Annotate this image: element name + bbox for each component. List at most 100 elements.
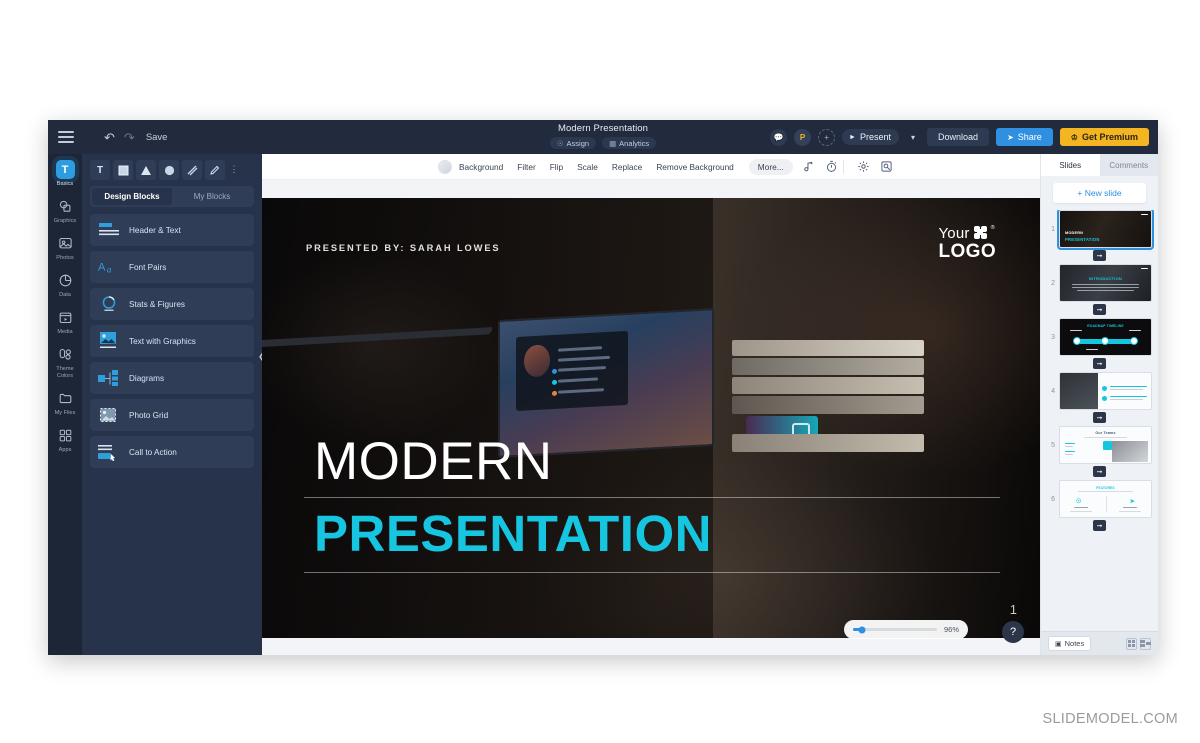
help-button[interactable]: ?	[1002, 621, 1024, 643]
block-label: Header & Text	[129, 225, 181, 235]
transition-arrow-icon[interactable]: ➞	[1093, 412, 1106, 423]
top-bar-actions: 💬 P + ► Present ▾ Download ➤ Share ♔ Get…	[770, 128, 1158, 146]
redo-arrow-icon[interactable]: ↷	[124, 131, 135, 144]
tab-design-blocks[interactable]: Design Blocks	[92, 188, 172, 205]
thumbnail-row[interactable]: 2 INTRODUCTION	[1047, 264, 1152, 302]
block-call-to-action[interactable]: Call to Action	[90, 436, 254, 468]
slide-canvas[interactable]: PRESENTED BY: SARAH LOWES Your ® LOGO MO…	[262, 197, 1040, 638]
tab-slides[interactable]: Slides	[1041, 154, 1100, 176]
pen-tool-button[interactable]	[205, 160, 225, 180]
toolbar-scale[interactable]: Scale	[570, 162, 605, 172]
transition-arrow-icon[interactable]: ➞	[1093, 466, 1106, 477]
block-photo-grid[interactable]: Photo Grid	[90, 399, 254, 431]
toolbar-background[interactable]: Background	[452, 162, 510, 172]
sidebar-item-photos[interactable]: Photos	[48, 234, 82, 262]
undo-arrow-icon[interactable]: ↶	[104, 131, 115, 144]
thumbnail-number: 3	[1051, 333, 1055, 341]
text-graphics-icon	[98, 331, 120, 351]
music-add-icon[interactable]	[801, 159, 816, 174]
logo-registered-mark: ®	[990, 224, 995, 231]
assign-button[interactable]: ☉ Assign	[549, 137, 597, 149]
text-tool-icon: T	[55, 160, 75, 179]
circle-tool-button[interactable]	[159, 160, 179, 180]
crop-scan-icon[interactable]	[879, 159, 894, 174]
thumbnail-row[interactable]: 4	[1047, 372, 1152, 410]
chevron-down-icon[interactable]: ▾	[906, 133, 920, 142]
sidebar-item-basics[interactable]: T Basics	[48, 160, 82, 188]
triangle-tool-button[interactable]	[136, 160, 156, 180]
thumbnail-row[interactable]: 6 FEATURES ☉ ➤	[1047, 480, 1152, 518]
square-tool-button[interactable]	[113, 160, 133, 180]
shapes-icon	[56, 197, 75, 216]
sidebar-item-data[interactable]: Data	[48, 271, 82, 299]
get-premium-button[interactable]: ♔ Get Premium	[1059, 128, 1149, 146]
zoom-track[interactable]	[853, 626, 937, 633]
zoom-knob[interactable]	[858, 626, 866, 633]
slide-thumbnail-1[interactable]: MODERN PRESENTATION	[1057, 210, 1154, 250]
block-diagrams[interactable]: Diagrams	[90, 362, 254, 394]
slide-title-block[interactable]: MODERN PRESENTATION	[304, 432, 1000, 573]
slide-thumbnail-5[interactable]: Our Teams	[1059, 426, 1152, 464]
thumbnail-row[interactable]: 1 MODERN PRESENTATION	[1047, 210, 1154, 250]
tab-my-blocks[interactable]: My Blocks	[172, 188, 252, 205]
block-stats-figures[interactable]: Stats & Figures	[90, 288, 254, 320]
slide-thumbnail-list[interactable]: 1 MODERN PRESENTATION ➞ 2 INTRODUCTION ➞…	[1041, 210, 1158, 631]
slide-presented-by[interactable]: PRESENTED BY: SARAH LOWES	[306, 243, 501, 253]
tab-comments[interactable]: Comments	[1100, 154, 1159, 176]
toolbar-flip[interactable]: Flip	[543, 162, 570, 172]
slide-logo-placeholder[interactable]: Your ® LOGO	[938, 224, 996, 261]
thumb-title: FEATURES	[1096, 486, 1115, 490]
gear-icon[interactable]	[856, 159, 871, 174]
text-tool-button[interactable]: T	[90, 160, 110, 180]
thumbnail-row[interactable]: 3 ROADMAP TIMELINE	[1047, 318, 1152, 356]
transition-arrow-icon[interactable]: ➞	[1093, 358, 1106, 369]
thumb-title: ROADMAP TIMELINE	[1087, 324, 1124, 328]
transition-arrow-icon[interactable]: ➞	[1093, 520, 1106, 531]
add-collaborator-button[interactable]: +	[818, 128, 836, 146]
share-button[interactable]: ➤ Share	[996, 128, 1053, 146]
thumbnail-row[interactable]: 5 Our Teams	[1047, 426, 1152, 464]
notes-button[interactable]: ▣ Notes	[1048, 636, 1092, 651]
new-slide-button[interactable]: + New slide	[1053, 183, 1146, 203]
list-view-icon[interactable]	[1140, 637, 1151, 650]
block-label: Stats & Figures	[129, 299, 185, 309]
analytics-label: Analytics	[619, 138, 650, 148]
sidebar-item-label: Basics	[56, 181, 74, 187]
avatar[interactable]: P	[794, 128, 812, 146]
hamburger-menu-icon[interactable]	[58, 131, 74, 143]
slide-thumbnail-4[interactable]	[1059, 372, 1152, 410]
toolbar-replace[interactable]: Replace	[605, 162, 649, 172]
block-text-with-graphics[interactable]: Text with Graphics	[90, 325, 254, 357]
color-swatch[interactable]	[438, 159, 452, 174]
save-button[interactable]: Save	[146, 132, 168, 143]
block-font-pairs[interactable]: Aa Font Pairs	[90, 251, 254, 283]
sidebar-item-media[interactable]: Media	[48, 308, 82, 336]
download-button[interactable]: Download	[927, 128, 990, 146]
timer-icon[interactable]	[824, 159, 839, 174]
present-button[interactable]: ► Present	[842, 129, 900, 145]
toolbar-more-button[interactable]: More...	[748, 158, 793, 175]
block-header-text[interactable]: Header & Text	[90, 214, 254, 246]
comment-icon[interactable]: 💬	[770, 128, 788, 146]
slides-panel-tabs: Slides Comments	[1041, 154, 1158, 176]
slide-thumbnail-3[interactable]: ROADMAP TIMELINE	[1059, 318, 1152, 356]
line-tool-button[interactable]	[182, 160, 202, 180]
sidebar-item-graphics[interactable]: Graphics	[48, 197, 82, 225]
analytics-button[interactable]: ▦ Analytics	[602, 137, 657, 149]
pie-chart-icon	[56, 271, 75, 290]
toolbar-remove-background[interactable]: Remove Background	[649, 162, 740, 172]
transition-arrow-icon[interactable]: ➞	[1093, 304, 1106, 315]
zoom-slider-control[interactable]: 96%	[844, 620, 968, 639]
chart-icon: ▦	[609, 138, 617, 148]
more-tools-button[interactable]: ⋮	[228, 160, 240, 180]
sidebar-item-apps[interactable]: Apps	[48, 426, 82, 454]
grid-view-icon[interactable]	[1126, 637, 1137, 650]
slides-panel-footer: ▣ Notes	[1041, 631, 1158, 655]
block-label: Photo Grid	[129, 410, 169, 420]
transition-arrow-icon[interactable]: ➞	[1093, 250, 1106, 261]
toolbar-filter[interactable]: Filter	[510, 162, 542, 172]
sidebar-item-theme-colors[interactable]: Theme Colors	[48, 345, 82, 380]
slide-thumbnail-2[interactable]: INTRODUCTION	[1059, 264, 1152, 302]
slide-thumbnail-6[interactable]: FEATURES ☉ ➤	[1059, 480, 1152, 518]
sidebar-item-my-files[interactable]: My Files	[48, 389, 82, 417]
